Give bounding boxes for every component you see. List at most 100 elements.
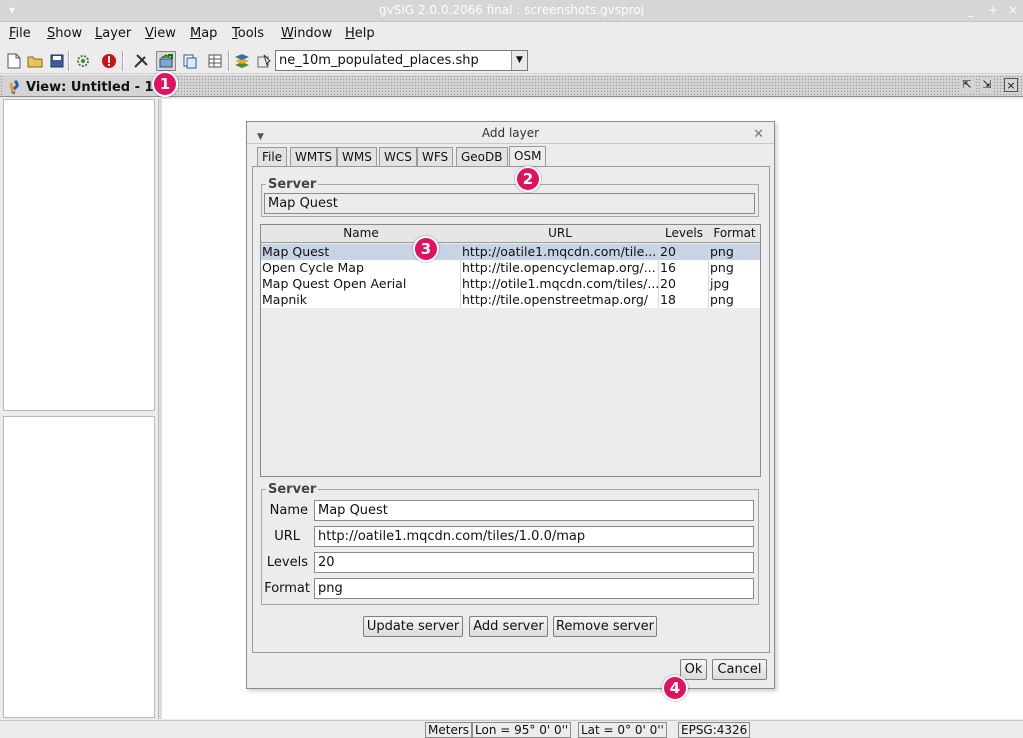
cell-url: http://tile.openstreetmap.org/ xyxy=(461,292,659,308)
tab-wmts[interactable]: WMTS xyxy=(290,147,338,167)
column-header-url[interactable]: URL xyxy=(461,225,660,243)
menu-view[interactable]: View xyxy=(145,26,176,41)
column-header-format[interactable]: Format xyxy=(709,225,760,243)
table-of-contents-panel[interactable] xyxy=(3,99,155,411)
levels-field[interactable]: 20 xyxy=(314,552,754,573)
open-project-icon[interactable] xyxy=(25,51,45,71)
menu-show[interactable]: Show xyxy=(47,26,82,41)
menu-map-mnemonic: M xyxy=(190,26,202,41)
cancel-button[interactable]: Cancel xyxy=(712,659,767,680)
tab-geodb[interactable]: GeoDB xyxy=(456,147,508,167)
cell-levels: 20 xyxy=(659,244,709,260)
ok-button[interactable]: Ok xyxy=(680,659,707,680)
view-icon xyxy=(9,80,19,94)
menu-tools-label: ools xyxy=(237,26,265,41)
update-server-button[interactable]: Update server xyxy=(363,616,463,637)
menu-help-label: elp xyxy=(354,26,375,41)
menu-window-mnemonic: W xyxy=(281,26,294,41)
cell-format: jpg xyxy=(710,276,730,291)
tab-osm[interactable]: OSM xyxy=(509,146,547,168)
tools-icon[interactable] xyxy=(131,51,151,71)
cell-url: http://tile.opencyclemap.org/... xyxy=(461,260,659,276)
window-title: gvSIG 2.0.0.2066 final : screenshots.gvs… xyxy=(378,3,644,17)
close-icon[interactable]: × xyxy=(1005,2,1021,18)
callout-badge: 3 xyxy=(413,236,439,262)
server-field[interactable]: Map Quest xyxy=(264,193,755,214)
name-field[interactable]: Map Quest xyxy=(314,500,754,521)
tab-wcs[interactable]: WCS xyxy=(379,147,417,167)
dialog-close-icon[interactable]: ✕ xyxy=(753,124,764,146)
table-row[interactable]: Map Quest http://oatile1.mqcdn.com/tile.… xyxy=(261,244,760,260)
chevron-down-icon[interactable]: ▼ xyxy=(511,51,527,70)
menu-tools[interactable]: Tools xyxy=(232,26,264,41)
callout-badge: 4 xyxy=(662,675,688,701)
status-latitude: Lat = 0° 0' 0'' xyxy=(578,722,667,738)
format-field[interactable]: png xyxy=(314,578,754,599)
tab-wms[interactable]: WMS xyxy=(337,147,377,167)
menu-view-label: iew xyxy=(153,26,176,41)
maximize-icon[interactable]: + xyxy=(985,2,1001,18)
format-label: Format xyxy=(264,581,310,596)
iconify-icon[interactable]: ⇱ xyxy=(960,78,974,92)
menu-help[interactable]: Help xyxy=(345,26,375,41)
cell-levels: 20 xyxy=(659,276,709,292)
menu-layer-label: ayer xyxy=(102,26,132,41)
status-units: Meters xyxy=(425,722,473,738)
table-row[interactable]: Open Cycle Map http://tile.opencyclemap.… xyxy=(261,260,760,276)
close-frame-icon[interactable]: × xyxy=(1004,78,1018,92)
levels-label: Levels xyxy=(266,555,308,570)
error-log-icon[interactable] xyxy=(99,51,119,71)
toolbar-separator xyxy=(228,51,230,71)
menu-bar: File Show Layer View Map Tools Window He… xyxy=(0,22,1023,46)
menu-window[interactable]: Window xyxy=(281,26,332,41)
layer-edit-icon[interactable] xyxy=(232,51,252,71)
toolbar-separator xyxy=(68,51,70,71)
callout-badge: 2 xyxy=(515,166,541,192)
menu-layer[interactable]: Layer xyxy=(95,26,131,41)
server-group-label: Server xyxy=(268,177,317,192)
active-layer-value: ne_10m_populated_places.shp xyxy=(279,53,479,68)
dialog-title: Add layer xyxy=(481,126,540,140)
layer-properties-icon[interactable] xyxy=(180,51,200,71)
preferences-gear-icon[interactable] xyxy=(73,51,93,71)
callout-badge: 1 xyxy=(152,71,178,97)
status-bar: Meters Lon = 95° 0' 0'' Lat = 0° 0' 0'' … xyxy=(0,720,1023,738)
dialog-title-bar: ▼ Add layer ✕ xyxy=(247,122,774,144)
cell-format: png xyxy=(710,244,734,259)
cell-url: http://oatile1.mqcdn.com/tile... xyxy=(461,244,659,260)
tab-wfs[interactable]: WFS xyxy=(417,147,454,167)
window-title-bar: ▾ gvSIG 2.0.0.2066 final : screenshots.g… xyxy=(0,0,1023,22)
new-project-icon[interactable] xyxy=(4,51,24,71)
menu-view-mnemonic: V xyxy=(145,26,154,41)
column-header-levels[interactable]: Levels xyxy=(659,225,710,243)
layer-selection-icon[interactable] xyxy=(254,51,274,71)
view-frame-title: View: Untitled - 1 xyxy=(26,79,154,95)
cell-name: Open Cycle Map xyxy=(261,260,461,276)
menu-map[interactable]: Map xyxy=(190,26,217,41)
menu-window-label: indow xyxy=(293,26,333,41)
attribute-table-icon[interactable] xyxy=(205,51,225,71)
active-layer-select[interactable]: ne_10m_populated_places.shp ▼ xyxy=(275,50,528,71)
add-server-button[interactable]: Add server xyxy=(469,616,548,637)
maximize-frame-icon[interactable]: ⇲ xyxy=(980,78,994,92)
cell-name: Mapnik xyxy=(261,292,461,308)
tab-file[interactable]: File xyxy=(257,147,288,167)
cell-format: png xyxy=(710,292,734,307)
menu-file[interactable]: File xyxy=(9,26,31,41)
dialog-menu-icon[interactable]: ▼ xyxy=(257,126,264,148)
main-toolbar: ne_10m_populated_places.shp ▼ xyxy=(0,47,1023,74)
save-project-icon[interactable] xyxy=(47,51,67,71)
remove-server-button[interactable]: Remove server xyxy=(553,616,657,637)
menu-help-mnemonic: H xyxy=(345,26,355,41)
menu-show-label: how xyxy=(55,26,83,41)
cell-name: Map Quest Open Aerial xyxy=(261,276,461,292)
cell-levels: 18 xyxy=(659,292,709,308)
url-field[interactable]: http://oatile1.mqcdn.com/tiles/1.0.0/map xyxy=(314,526,754,547)
table-row[interactable]: Map Quest Open Aerial http://otile1.mqcd… xyxy=(261,276,760,292)
locator-map-panel[interactable] xyxy=(3,416,155,718)
menu-map-label: ap xyxy=(201,26,218,41)
minimize-icon[interactable]: _ xyxy=(963,2,979,18)
cell-url: http://otile1.mqcdn.com/tiles/... xyxy=(462,276,659,292)
add-layer-icon[interactable] xyxy=(156,51,176,71)
table-row[interactable]: Mapnik http://tile.openstreetmap.org/ 18… xyxy=(261,292,760,308)
